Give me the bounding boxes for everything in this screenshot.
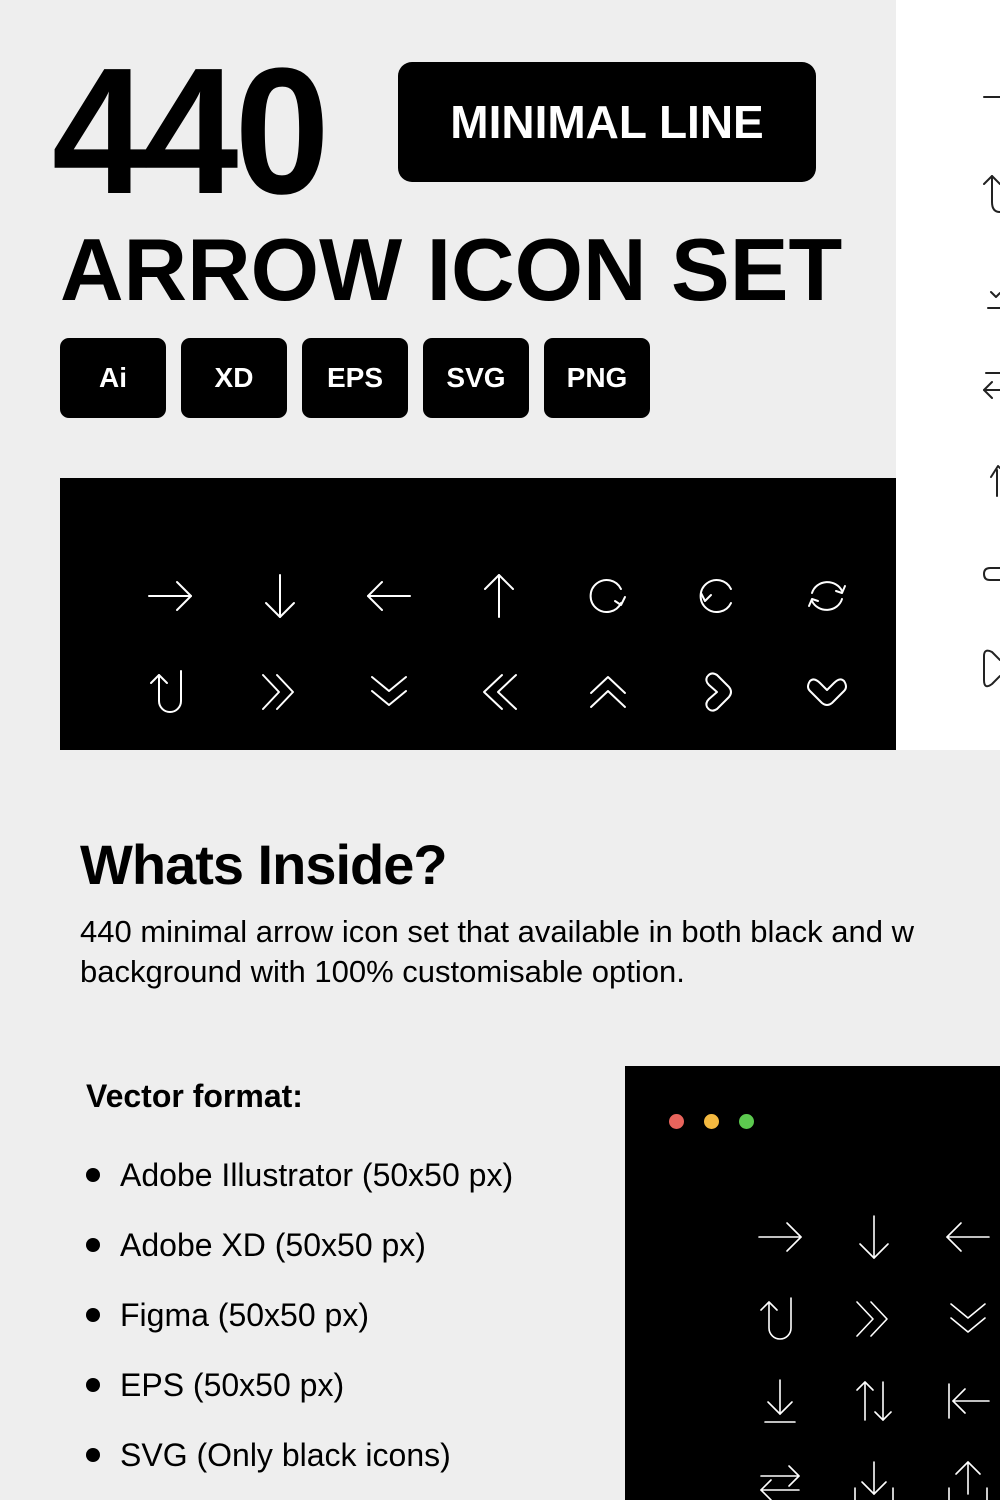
rotate-clockwise-icon <box>583 571 633 621</box>
bullet-icon <box>86 1168 100 1182</box>
download-tray-icon <box>849 1458 899 1500</box>
arrow-left-icon <box>364 571 414 621</box>
bullet-icon <box>86 1448 100 1462</box>
format-badge-svg: SVG <box>423 338 529 418</box>
chevrons-double-down-icon <box>943 1294 993 1344</box>
list-item: Figma (50x50 px) <box>86 1280 513 1350</box>
chevrons-double-right-icon <box>849 1294 899 1344</box>
chevrons-double-down-icon <box>364 667 414 717</box>
arrow-up-icon <box>990 465 1000 497</box>
list-item: SVG (Only black icons) <box>86 1420 513 1490</box>
download-icon <box>755 1376 805 1426</box>
u-turn-up-icon <box>755 1294 805 1344</box>
arrow-down-icon <box>255 571 305 621</box>
chevrons-double-left-icon <box>474 667 524 717</box>
description-line-2: background with 100% customisable option… <box>80 954 685 989</box>
refresh-icon <box>802 571 852 621</box>
product-title: ARROW ICON SET <box>60 220 843 319</box>
format-badges: Ai XD EPS SVG PNG <box>60 338 650 418</box>
mock-app-window <box>625 1066 1000 1500</box>
window-maximize-dot[interactable] <box>739 1114 754 1129</box>
whats-inside-description: 440 minimal arrow icon set that availabl… <box>80 912 1000 992</box>
format-badge-png: PNG <box>544 338 650 418</box>
arrow-left-to-bar-icon <box>943 1376 993 1426</box>
pill-icon <box>983 567 1000 581</box>
window-minimize-dot[interactable] <box>704 1114 719 1129</box>
whats-inside-heading: Whats Inside? <box>80 833 448 896</box>
bullet-icon <box>86 1238 100 1252</box>
download-tray-icon <box>987 291 1000 309</box>
upload-tray-icon <box>943 1458 993 1500</box>
window-close-dot[interactable] <box>669 1114 684 1129</box>
description-line-1: 440 minimal arrow icon set that availabl… <box>80 914 915 949</box>
list-item: Adobe Illustrator (50x50 px) <box>86 1140 513 1210</box>
bullet-icon <box>86 1378 100 1392</box>
style-tag: MINIMAL LINE <box>398 62 816 182</box>
vector-format-list: Adobe Illustrator (50x50 px) Adobe XD (5… <box>86 1140 513 1490</box>
vector-format-heading: Vector format: <box>86 1078 303 1114</box>
u-turn-up-icon <box>145 667 195 717</box>
format-badge-eps: EPS <box>302 338 408 418</box>
icon-count-heading: 440 <box>52 31 330 232</box>
u-turn-up-icon <box>983 175 1000 213</box>
arrow-up-icon <box>474 571 524 621</box>
chevrons-double-right-icon <box>255 667 305 717</box>
arrow-right-icon <box>755 1212 805 1262</box>
format-badge-ai: Ai <box>60 338 166 418</box>
arrows-swap-horizontal-icon <box>755 1458 805 1500</box>
dark-preview-panel <box>60 478 896 750</box>
arrows-swap-icon <box>983 372 1000 399</box>
chevrons-double-up-icon <box>583 667 633 717</box>
arrow-down-icon <box>849 1212 899 1262</box>
style-tag-label: MINIMAL LINE <box>450 96 764 148</box>
arrow-left-icon <box>943 1212 993 1262</box>
arrows-up-down-icon <box>849 1376 899 1426</box>
arrow-right-icon <box>145 571 195 621</box>
light-preview-panel <box>896 0 1000 750</box>
rounded-chevron-right-icon <box>693 667 743 717</box>
list-item: EPS (50x50 px) <box>86 1350 513 1420</box>
format-badge-xd: XD <box>181 338 287 418</box>
bullet-icon <box>86 1308 100 1322</box>
rounded-arrow-icon <box>983 649 1000 688</box>
rounded-chevron-down-icon <box>802 667 852 717</box>
list-item: Adobe XD (50x50 px) <box>86 1210 513 1280</box>
rotate-counterclockwise-icon <box>693 571 743 621</box>
